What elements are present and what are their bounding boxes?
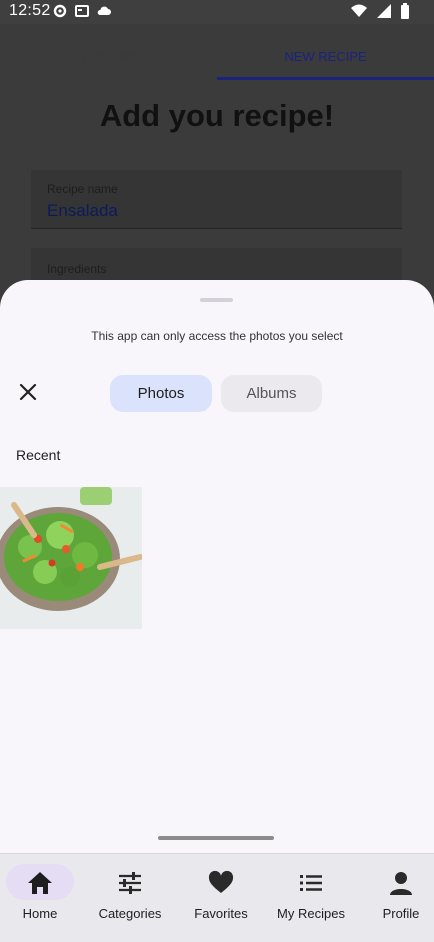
photo-picker-sheet: This app can only access the photos you …: [0, 280, 434, 853]
recipe-name-value: Ensalada: [47, 201, 118, 220]
access-notice: This app can only access the photos you …: [91, 329, 343, 343]
nav-item-favorites[interactable]: Favorites: [180, 854, 262, 942]
nav-label-favorites: Favorites: [194, 906, 248, 921]
bottom-navigation: Home Categories Favorites My Recipes Pro…: [0, 853, 434, 942]
photo-thumbnail[interactable]: [0, 487, 142, 629]
recipe-tabs: MY RECIPES NEW RECIPE: [0, 24, 434, 80]
signal-icon: [377, 4, 391, 18]
page-title: Add you recipe!: [99, 98, 335, 133]
tab-photos[interactable]: Photos: [110, 375, 212, 412]
status-bar: 12:52: [0, 0, 434, 24]
cloud-status-icon: [97, 6, 111, 15]
nav-item-profile[interactable]: Profile: [366, 854, 434, 942]
nav-item-home[interactable]: Home: [0, 854, 80, 942]
wifi-icon: [351, 4, 367, 17]
heart-icon: [208, 870, 234, 893]
section-title-recent: Recent: [16, 447, 61, 463]
tab-albums[interactable]: Albums: [221, 375, 322, 412]
gesture-bar: [158, 836, 274, 840]
nav-label-home: Home: [22, 906, 58, 921]
nav-item-categories[interactable]: Categories: [88, 854, 172, 942]
nav-label-categories: Categories: [98, 906, 162, 921]
close-icon: [19, 383, 37, 401]
battery-icon: [401, 3, 409, 19]
recipe-name-field[interactable]: Recipe name Ensalada: [31, 170, 402, 229]
drag-handle[interactable]: [200, 298, 233, 302]
home-icon: [28, 872, 52, 894]
list-icon: [300, 875, 322, 891]
card-status-icon: [75, 5, 89, 17]
close-button[interactable]: [14, 378, 42, 406]
tab-new-recipe[interactable]: NEW RECIPE: [217, 24, 434, 80]
status-time: 12:52: [9, 2, 51, 19]
salad-photo: [0, 487, 142, 629]
tune-icon: [119, 872, 141, 894]
person-icon: [390, 872, 412, 895]
nav-label-my-recipes: My Recipes: [277, 906, 345, 921]
settings-status-icon: [53, 4, 67, 18]
tab-my-recipes[interactable]: MY RECIPES: [0, 24, 217, 80]
recipe-name-label: Recipe name: [47, 182, 118, 196]
nav-label-profile: Profile: [382, 906, 420, 921]
ingredients-label: Ingredients: [47, 262, 107, 276]
nav-item-my-recipes[interactable]: My Recipes: [268, 854, 354, 942]
